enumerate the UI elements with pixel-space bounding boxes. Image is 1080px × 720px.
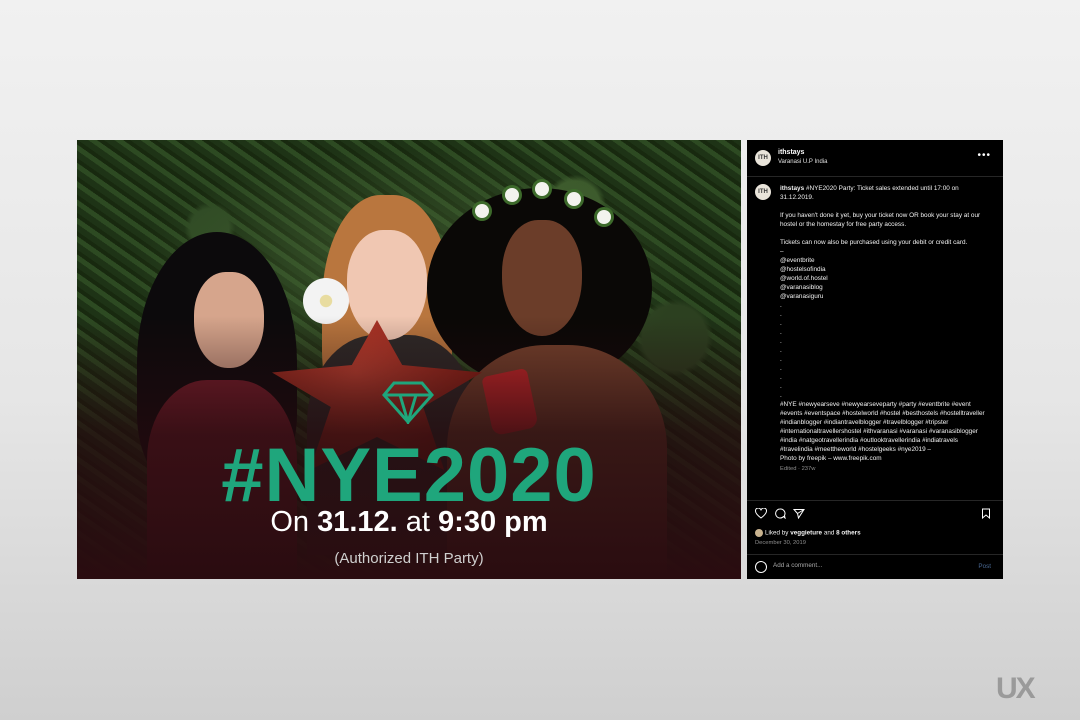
share-icon[interactable] (793, 508, 805, 519)
comment-input[interactable] (773, 560, 953, 571)
person-middle-face (347, 230, 427, 340)
caption-line: – (780, 248, 784, 255)
watermark-logo: UX (996, 672, 1036, 705)
authorized-note: (Authorized ITH Party) (334, 550, 484, 567)
likes-summary: Liked by veggieture and 8 others (755, 529, 861, 537)
caption-dot: . (780, 374, 782, 381)
caption-dot: . (780, 329, 782, 336)
caption-dot: . (780, 392, 782, 399)
event-time: 9:30 pm (438, 506, 548, 538)
caption-author[interactable]: ithstays (780, 185, 804, 192)
caption-avatar[interactable]: ITH (755, 184, 771, 200)
at-label: at (405, 506, 430, 538)
diamond-logo-icon (382, 381, 434, 424)
likes-prefix: Liked by (765, 529, 789, 537)
post-image[interactable]: #NYE2020 On 31.12. at 9:30 pm (Authorize… (77, 140, 741, 579)
flower-crown-flower (567, 192, 581, 206)
person-right-face (502, 220, 582, 336)
username[interactable]: ithstays (778, 149, 804, 156)
red-cup (481, 367, 539, 437)
post-comment-button[interactable]: Post (978, 563, 991, 570)
caption-gap (780, 229, 990, 238)
mention-link[interactable]: @varanasiblog (780, 283, 990, 292)
liker-username[interactable]: veggieture (790, 530, 822, 537)
mention-link[interactable]: @world.of.hostel (780, 274, 990, 283)
caption-dot: . (780, 320, 782, 327)
caption-line: If you haven't done it yet, buy your tic… (780, 212, 981, 228)
likes-others-link[interactable]: 8 others (836, 530, 861, 537)
caption: ithstays #NYE2020 Party: Ticket sales ex… (780, 184, 990, 474)
photo-credit: Photo by freepik – www.freepik.com (780, 455, 882, 462)
daisy-flower (303, 278, 349, 324)
person-left-face (194, 272, 264, 368)
flower-crown-flower (597, 210, 611, 224)
event-date: 31.12. (317, 506, 398, 538)
flower-crown-flower (535, 182, 549, 196)
more-horizontal-icon[interactable]: ••• (977, 150, 991, 161)
caption-dot: . (780, 347, 782, 354)
avatar[interactable]: ITH (755, 150, 771, 166)
location[interactable]: Varanasi U.P India (778, 159, 827, 165)
mention-link[interactable]: @varanasiguru (780, 292, 990, 301)
on-label: On (270, 506, 310, 538)
hashtags[interactable]: #NYE #newyearseve #newyearseveparty #par… (780, 400, 990, 454)
post-date: December 30, 2019 (755, 540, 806, 546)
flower-crown-flower (505, 188, 519, 202)
post-details-panel: ITH ithstays Varanasi U.P India ••• ITH … (747, 140, 1003, 579)
caption-line: Tickets can now also be purchased using … (780, 239, 968, 246)
caption-dot: . (780, 302, 782, 309)
caption-dot: . (780, 338, 782, 345)
caption-dot: . (780, 383, 782, 390)
caption-dot: . (780, 311, 782, 318)
event-datetime: On 31.12. at 9:30 pm (77, 506, 741, 539)
comment-icon[interactable] (774, 508, 786, 519)
flower-crown-flower (475, 204, 489, 218)
caption-dot: . (780, 365, 782, 372)
bookmark-icon[interactable] (981, 508, 991, 519)
caption-dot: . (780, 356, 782, 363)
liker-avatar (755, 529, 763, 537)
heart-icon[interactable] (755, 508, 767, 519)
likes-and: and (823, 529, 835, 537)
caption-gap (780, 202, 990, 211)
mention-link[interactable]: @eventbrite (780, 256, 990, 265)
emoji-icon[interactable] (755, 561, 767, 573)
mention-link[interactable]: @hostelsofindia (780, 265, 990, 274)
caption-line: #NYE2020 Party: Ticket sales extended un… (780, 185, 959, 201)
edited-timestamp: Edited · 237w (780, 466, 816, 472)
